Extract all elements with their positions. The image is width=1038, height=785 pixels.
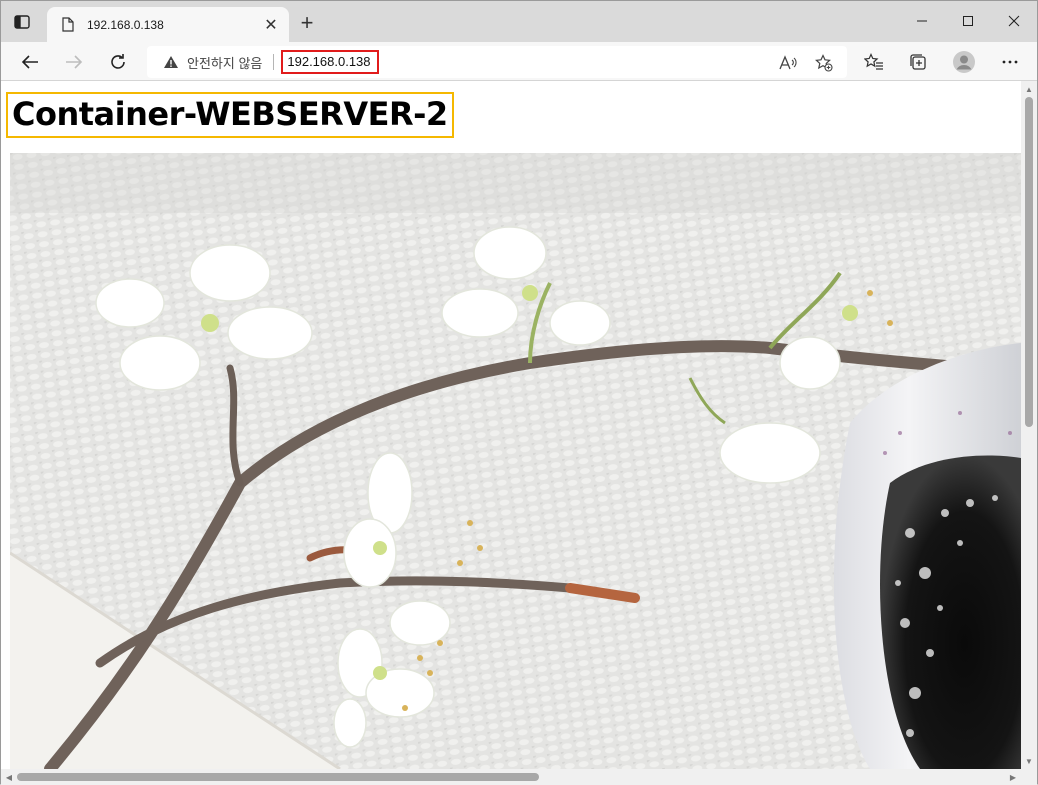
maximize-button[interactable] [945,1,991,41]
horizontal-scrollbar[interactable]: ◀ ▶ [1,769,1021,785]
refresh-icon [111,54,125,69]
back-icon [21,55,38,69]
scroll-right-icon[interactable]: ▶ [1005,769,1021,785]
address-bar[interactable]: 안전하지 않음 192.168.0.138 [147,46,847,78]
warning-icon [164,56,178,68]
more-button[interactable] [994,46,1026,78]
blossom-coffee-photo [10,153,1021,769]
vertical-scrollbar[interactable]: ▲ ▼ [1021,81,1037,769]
page-icon [61,17,75,33]
url-text[interactable]: 192.168.0.138 [281,50,379,74]
forward-button[interactable] [58,46,90,78]
tab-close-button[interactable]: ✕ [257,11,285,39]
scroll-left-icon[interactable]: ◀ [1,769,17,785]
more-icon [1002,60,1018,64]
scrollbar-corner [1021,769,1037,785]
horizontal-scroll-thumb[interactable] [17,773,539,781]
add-favorite-button[interactable] [811,50,837,76]
scroll-down-icon[interactable]: ▼ [1021,753,1037,769]
browser-window: 192.168.0.138 ✕ + 안전하지 않음 192.168.0.138 … [0,0,1038,785]
scroll-up-icon[interactable]: ▲ [1021,81,1037,97]
back-button[interactable] [14,46,46,78]
navigation-toolbar: 안전하지 않음 192.168.0.138 [1,42,1037,81]
new-tab-button[interactable]: + [295,10,319,35]
tab-actions-icon[interactable] [11,12,33,32]
close-window-button[interactable] [991,1,1037,41]
collections-icon [910,54,926,70]
favorites-button[interactable] [858,46,890,78]
page-title: Container-WEBSERVER-2 [6,92,454,138]
tab-bar: 192.168.0.138 ✕ + [1,1,1037,42]
minimize-button[interactable] [899,1,945,41]
read-aloud-button[interactable] [775,50,801,76]
tab-title: 192.168.0.138 [87,17,164,32]
forward-icon [66,55,83,69]
browser-tab[interactable]: 192.168.0.138 ✕ [47,7,289,42]
read-aloud-icon [779,55,797,70]
security-label: 안전하지 않음 [187,55,263,71]
collections-button[interactable] [902,46,934,78]
profile-icon [953,51,975,73]
address-separator [273,54,275,70]
site-security-indicator[interactable]: 안전하지 않음 [163,53,262,72]
page-viewport: Container-WEBSERVER-2 [1,81,1021,769]
profile-button[interactable] [948,46,980,78]
add-favorite-icon [815,54,833,72]
vertical-scroll-thumb[interactable] [1025,97,1033,427]
refresh-button[interactable] [102,46,134,78]
favorites-icon [864,53,883,70]
